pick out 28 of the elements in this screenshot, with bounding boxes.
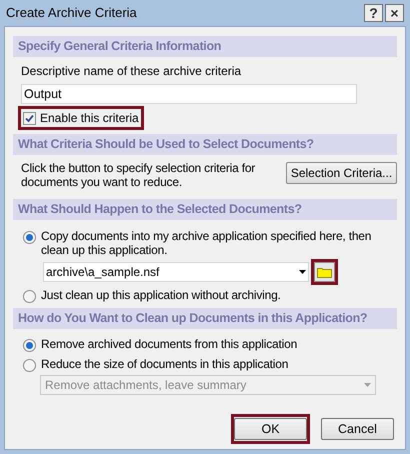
radio-button[interactable] — [23, 359, 36, 372]
name-field[interactable]: Output — [21, 84, 357, 104]
section-heading: What Criteria Should be Used to Select Documents? — [13, 134, 397, 155]
dropdown-arrow-icon — [299, 270, 306, 274]
archive-path-dropdown[interactable]: archive\a_sample.nsf — [43, 262, 309, 282]
checkbox[interactable] — [23, 112, 36, 124]
help-button[interactable]: ? — [364, 4, 383, 22]
radio-label: Just clean up this application without archiving. — [41, 288, 281, 302]
radio-label: Reduce the size of documents in this application — [41, 357, 288, 371]
close-button[interactable]: × — [385, 4, 404, 22]
dropdown-arrow-icon — [364, 383, 371, 387]
section-heading: How do You Want to Clean up Documents in this Application? — [13, 308, 397, 329]
checkbox-label: Enable this criteria — [40, 110, 139, 127]
radio-label: Remove archived documents from this application — [41, 337, 298, 351]
instruction-text: Click the button to specify selection criteria for documents you want to reduce. — [21, 161, 256, 189]
ok-button[interactable]: OK — [234, 418, 307, 440]
cancel-button[interactable]: Cancel — [321, 418, 394, 440]
radio-button[interactable] — [23, 339, 36, 352]
window-title: Create Archive Criteria — [6, 4, 137, 22]
section-heading: What Should Happen to the Selected Documents? — [13, 199, 397, 220]
folder-icon — [317, 266, 332, 278]
radio-label: Copy documents into my archive application specified here, then clean up this application. — [41, 229, 372, 257]
section-heading: Specify General Criteria Information — [13, 36, 397, 57]
selection-criteria-button[interactable]: Selection Criteria... — [286, 162, 397, 184]
browse-folder-button[interactable] — [314, 262, 335, 282]
radio-button[interactable] — [23, 290, 36, 303]
field-label: Descriptive name of these archive criteria — [21, 63, 242, 80]
radio-button[interactable] — [23, 231, 36, 244]
